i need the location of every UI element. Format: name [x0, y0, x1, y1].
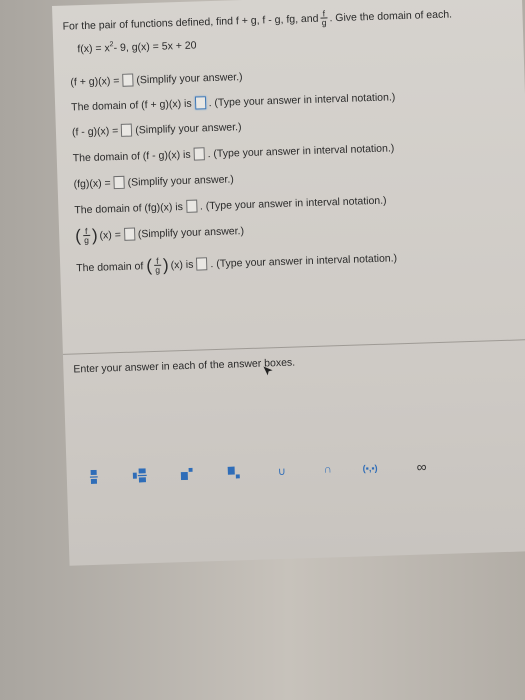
fraction-denominator: g: [155, 264, 161, 275]
infinity-tool-icon[interactable]: ∞: [414, 458, 428, 474]
product-answer-box[interactable]: [113, 175, 125, 190]
exponent-tool-icon[interactable]: [180, 466, 194, 482]
intersection-tool-icon[interactable]: ∩: [320, 461, 334, 477]
quotient-domain-hint: . (Type your answer in interval notation…: [210, 251, 398, 270]
footer-instruction: Enter your answer in each of the answer …: [73, 356, 296, 376]
difference-label: (f - g)(x) =: [71, 124, 119, 138]
quotient-domain-mid: (x) is: [170, 258, 194, 271]
problem-area: For the pair of functions defined, find …: [62, 0, 512, 275]
quotient-row: ( f g ) (x) = (Simplify your answer.): [74, 222, 245, 246]
fraction-denominator: g: [84, 234, 90, 246]
quotient-answer-box[interactable]: [123, 227, 136, 241]
product-hint: (Simplify your answer.): [127, 172, 234, 189]
sum-hint: (Simplify your answer.): [136, 70, 243, 86]
functions-definition: f(x) = x 2 - 9, g(x) = 5x + 20: [77, 39, 196, 55]
f-over-g-fraction: f g: [320, 8, 328, 28]
product-domain-label: The domain of (fg)(x) is: [74, 200, 184, 216]
fraction-tool-icon[interactable]: [87, 469, 101, 485]
sum-domain-hint: . (Type your answer in interval notation…: [208, 90, 396, 109]
interval-tool-icon[interactable]: (▪,▪): [362, 460, 378, 476]
product-domain-row: The domain of (fg)(x) is . (Type your an…: [74, 194, 387, 217]
mixed-number-tool-icon[interactable]: [132, 467, 147, 483]
left-paren: (: [146, 255, 153, 275]
quotient-label: (x) =: [99, 228, 122, 242]
instruction-line: For the pair of functions defined, find …: [62, 5, 452, 34]
exponent: 2: [109, 40, 114, 48]
photo-background: For the pair of functions defined, find …: [0, 0, 525, 700]
instruction-text-end: . Give the domain of each.: [329, 7, 453, 24]
math-toolbar: ∪ ∩ (▪,▪) ∞: [66, 449, 525, 492]
fraction-denominator: g: [321, 17, 327, 28]
difference-row: (f - g)(x) = (Simplify your answer.): [72, 120, 242, 138]
right-paren: ): [91, 225, 98, 245]
union-tool-icon[interactable]: ∪: [274, 463, 288, 479]
sum-domain-label: The domain of (f + g)(x) is: [70, 97, 192, 113]
quotient-domain-answer-box[interactable]: [196, 257, 208, 271]
fraction-numerator: f: [84, 226, 88, 237]
fraction-numerator: f: [322, 8, 326, 19]
right-paren: ): [162, 254, 169, 275]
sum-row: (f + g)(x) = (Simplify your answer.): [70, 70, 243, 88]
left-paren: (: [74, 225, 82, 245]
quotient-domain-row: The domain of ( f g ) (x) is . (Type you…: [76, 249, 397, 276]
quotient-domain-fraction: f g: [153, 255, 162, 275]
difference-answer-box[interactable]: [121, 123, 133, 137]
section-divider: [62, 339, 525, 355]
instruction-text: For the pair of functions defined, find …: [62, 12, 319, 33]
product-label: (fg)(x) =: [73, 176, 111, 190]
product-domain-answer-box[interactable]: [185, 199, 198, 213]
sum-answer-box[interactable]: [122, 73, 134, 87]
product-domain-hint: . (Type your answer in interval notation…: [199, 194, 387, 212]
difference-domain-row: The domain of (f - g)(x) is . (Type your…: [73, 141, 395, 164]
difference-domain-answer-box[interactable]: [193, 147, 205, 161]
quotient-domain-label: The domain of: [76, 259, 144, 274]
sum-domain-row: The domain of (f + g)(x) is . (Type your…: [71, 90, 396, 113]
fraction-numerator: f: [156, 255, 159, 266]
difference-hint: (Simplify your answer.): [135, 120, 242, 136]
subscript-tool-icon[interactable]: [226, 464, 240, 480]
difference-domain-hint: . (Type your answer in interval notation…: [207, 141, 395, 160]
sum-label: (f + g)(x) =: [70, 74, 120, 88]
quotient-hint: (Simplify your answer.): [137, 224, 245, 240]
difference-domain-label: The domain of (f - g)(x) is: [72, 148, 191, 164]
mouse-cursor-icon: [263, 363, 274, 381]
product-row: (fg)(x) = (Simplify your answer.): [73, 172, 234, 190]
g-definition: - 9, g(x) = 5x + 20: [113, 39, 197, 55]
sum-domain-answer-box[interactable]: [194, 96, 206, 110]
quotient-fraction: f g: [82, 226, 91, 246]
f-definition: f(x) = x: [77, 42, 110, 56]
monitor-screen: For the pair of functions defined, find …: [52, 0, 525, 566]
